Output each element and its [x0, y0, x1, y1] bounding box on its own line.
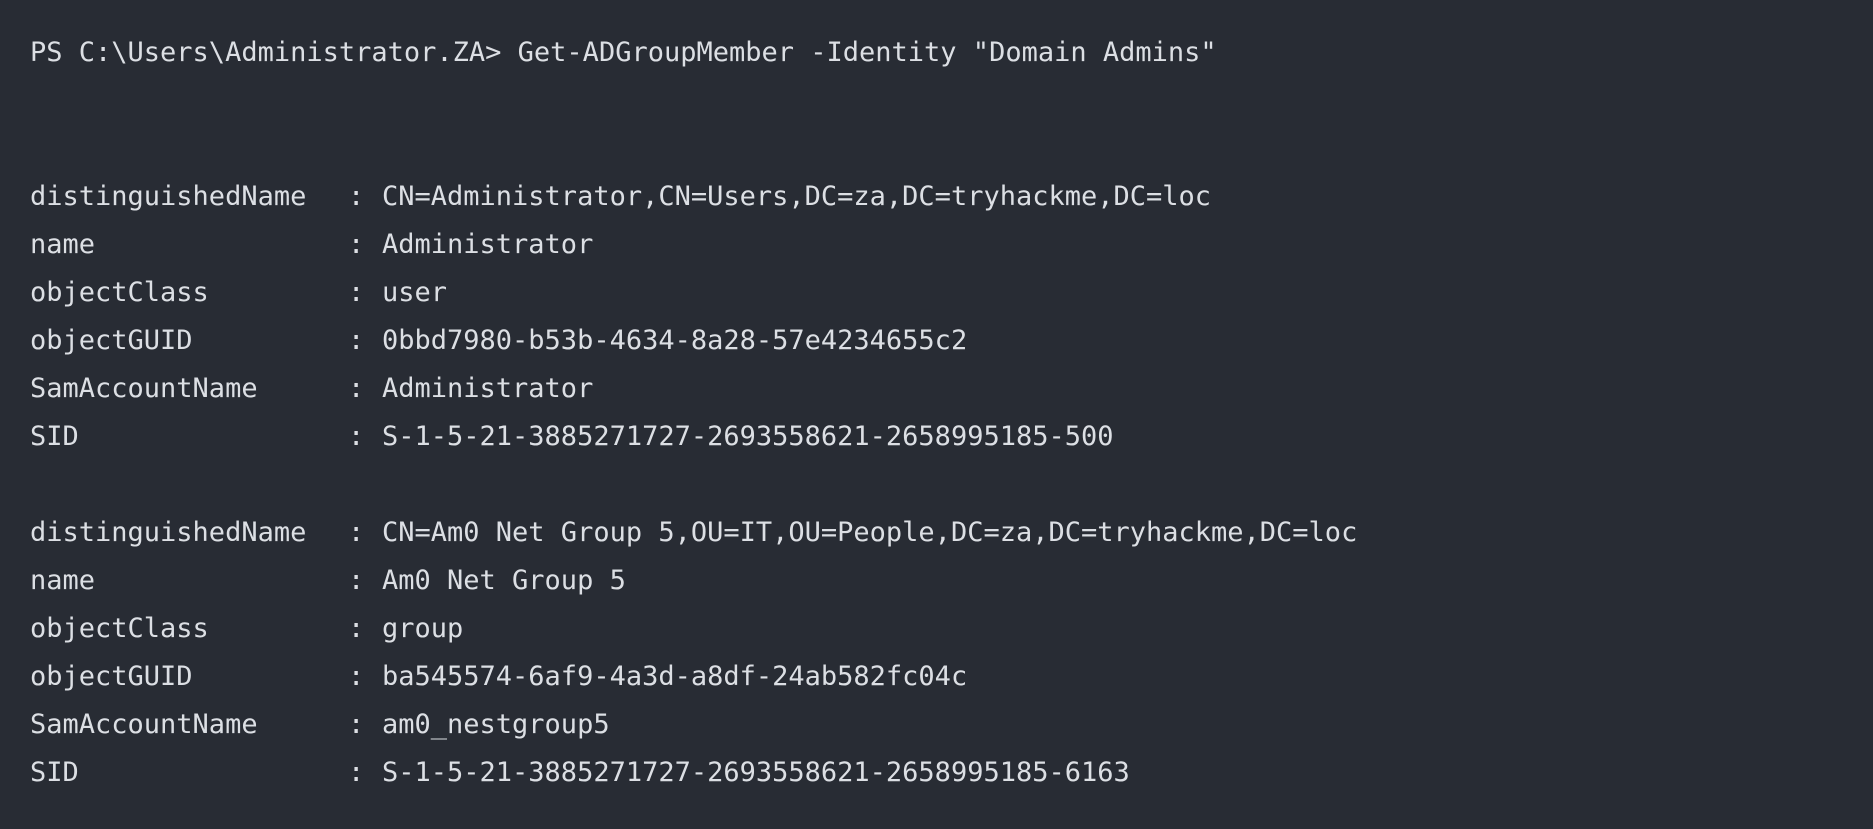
output-line: name: Am0 Net Group 5: [30, 557, 626, 605]
field-separator: :: [348, 229, 365, 260]
output-line: SID: S-1-5-21-3885271727-2693558621-26589…: [30, 413, 1114, 461]
field-separator: :: [348, 181, 365, 212]
field-value: CN=Am0 Net Group 5,OU=IT,OU=People,DC=za…: [382, 517, 1358, 548]
field-value: 0bbd7980-b53b-4634-8a28-57e4234655c2: [382, 325, 968, 356]
output-line: distinguishedName: CN=Am0 Net Group 5,OU=…: [30, 509, 1357, 557]
output-line: SamAccountName: am0_nestgroup5: [30, 701, 610, 749]
prompt-text: PS C:\Users\Administrator.ZA>: [30, 37, 502, 68]
command-line: PS C:\Users\Administrator.ZA> Get-ADGrou…: [30, 29, 1217, 77]
field-value: Administrator: [382, 229, 594, 260]
field-key: distinguishedName: [30, 181, 307, 212]
output-line: SID: S-1-5-21-3885271727-2693558621-26589…: [30, 749, 1130, 797]
field-key: objectClass: [30, 613, 209, 644]
field-key: SamAccountName: [30, 709, 258, 740]
field-value: Administrator: [382, 373, 594, 404]
output-line: objectGUID: ba545574-6af9-4a3d-a8df-24ab5…: [30, 653, 967, 701]
field-separator: :: [348, 277, 365, 308]
field-separator: :: [348, 709, 365, 740]
field-separator: :: [348, 757, 365, 788]
field-key: objectClass: [30, 277, 209, 308]
field-value: S-1-5-21-3885271727-2693558621-265899518…: [382, 421, 1114, 452]
field-separator: :: [348, 373, 365, 404]
field-separator: :: [348, 325, 365, 356]
output-line: objectClass: user: [30, 269, 447, 317]
field-separator: :: [348, 565, 365, 596]
output-line: distinguishedName: CN=Administrator,CN=Us…: [30, 173, 1211, 221]
output-line: SamAccountName: Administrator: [30, 365, 593, 413]
output-line: objectClass: group: [30, 605, 463, 653]
field-separator: :: [348, 421, 365, 452]
field-key: SID: [30, 421, 79, 452]
output-line: objectGUID:0bbd7980-b53b-4634-8a28-57e42…: [30, 317, 967, 365]
field-key: SID: [30, 757, 79, 788]
field-key: distinguishedName: [30, 517, 307, 548]
field-key: SamAccountName: [30, 373, 258, 404]
field-separator: :: [348, 661, 365, 692]
field-value: CN=Administrator,CN=Users,DC=za,DC=tryha…: [382, 181, 1212, 212]
field-key: objectGUID: [30, 325, 193, 356]
command-text: Get-ADGroupMember -Identity "Domain Admi…: [501, 37, 1217, 68]
field-key: objectGUID: [30, 661, 193, 692]
output-line: name: Administrator: [30, 221, 593, 269]
field-value: am0_nestgroup5: [382, 709, 610, 740]
field-separator: :: [348, 613, 365, 644]
field-value: ba545574-6af9-4a3d-a8df-24ab582fc04c: [382, 661, 968, 692]
powershell-terminal[interactable]: PS C:\Users\Administrator.ZA> Get-ADGrou…: [0, 0, 1873, 829]
field-key: name: [30, 229, 96, 260]
field-value: Am0 Net Group 5: [382, 565, 626, 596]
field-separator: :: [348, 517, 365, 548]
field-value: S-1-5-21-3885271727-2693558621-265899518…: [382, 757, 1130, 788]
field-key: name: [30, 565, 96, 596]
field-value: group: [382, 613, 464, 644]
field-value: user: [382, 277, 448, 308]
